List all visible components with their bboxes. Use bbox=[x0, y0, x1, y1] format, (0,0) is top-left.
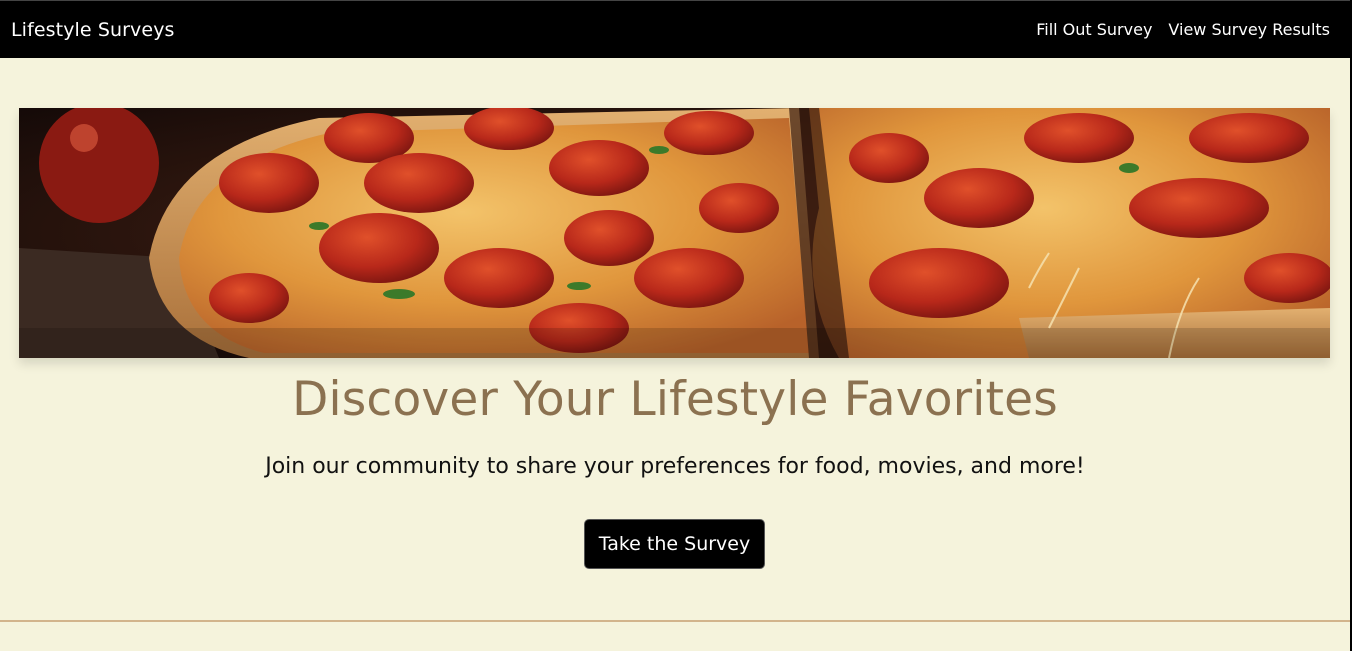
brand-link[interactable]: Lifestyle Surveys bbox=[11, 19, 175, 41]
section-divider bbox=[0, 620, 1350, 622]
hero-title: Discover Your Lifestyle Favorites bbox=[292, 372, 1058, 427]
page: Lifestyle Surveys Fill Out Survey View S… bbox=[0, 0, 1352, 651]
take-survey-button[interactable]: Take the Survey bbox=[584, 519, 765, 569]
hero-pizza-image bbox=[19, 108, 1330, 358]
top-navbar: Lifestyle Surveys Fill Out Survey View S… bbox=[0, 0, 1350, 58]
nav-link-fill-out-survey[interactable]: Fill Out Survey bbox=[1036, 20, 1152, 39]
nav-link-view-survey-results[interactable]: View Survey Results bbox=[1168, 20, 1330, 39]
hero-subtitle: Join our community to share your prefere… bbox=[265, 454, 1085, 479]
nav-links: Fill Out Survey View Survey Results bbox=[1036, 20, 1330, 39]
